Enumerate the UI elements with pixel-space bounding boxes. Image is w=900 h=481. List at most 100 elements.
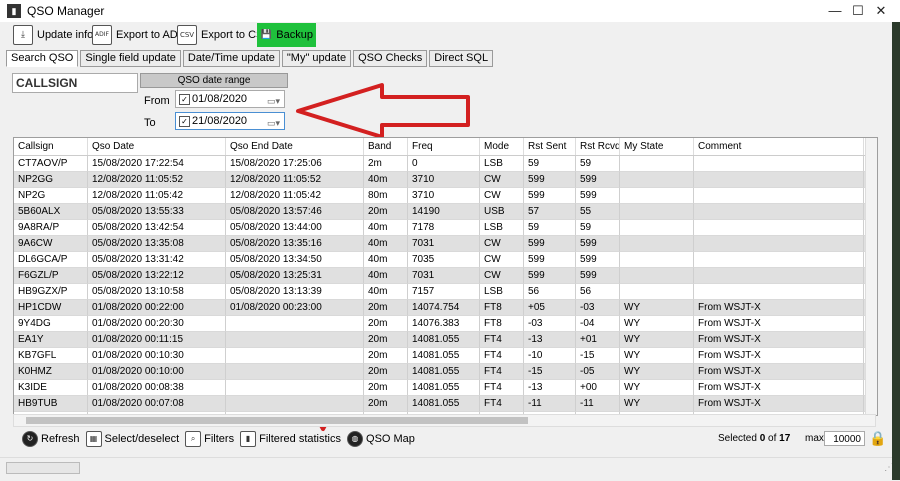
close-button[interactable]: ✕ [858,0,900,22]
table-cell: 59 [524,156,576,172]
table-cell: 599 [524,188,576,204]
table-cell: -03 [576,300,620,316]
to-date-field[interactable]: ✓ 21/08/2020 ▭▾ [175,112,285,130]
table-cell: 14081.055 [408,348,480,364]
table-cell: 40m [364,236,408,252]
table-cell: FT4 [480,364,524,380]
column-header[interactable]: Band [364,138,408,155]
calendar-dropdown-icon[interactable]: ▭▾ [267,93,280,109]
table-row[interactable]: HB9GZX/P 05/08/2020 13:10:58 05/08/2020 13… [14,284,877,300]
horizontal-scrollbar[interactable] [13,414,876,427]
table-cell: 20m [364,316,408,332]
tab-bar: Search QSO Single field update Date/Time… [6,50,494,67]
table-cell: 05/08/2020 13:55:33 [88,204,226,220]
table-row[interactable]: 5B60ALX 05/08/2020 13:55:33 05/08/2020 13:… [14,204,877,220]
to-date-checkbox[interactable]: ✓ [179,116,190,127]
table-body: CT7AOV/P 15/08/2020 17:22:54 15/08/2020 17… [14,156,877,415]
table-row[interactable]: HP1CDW 01/08/2020 00:22:00 01/08/2020 00:2… [14,300,877,316]
table-cell: From WSJT-X [694,396,864,412]
from-date-field[interactable]: ✓ 01/08/2020 ▭▾ [175,90,285,108]
column-header[interactable]: Rst Sent [524,138,576,155]
table-cell: 05/08/2020 13:13:39 [226,284,364,300]
table-row[interactable]: K3IDE 01/08/2020 00:08:38 20m 14081.055 FT4-… [14,380,877,396]
table-cell: FT4 [480,348,524,364]
filtered-statistics-button[interactable]: ▮ Filtered statistics [240,431,341,447]
callsign-input[interactable]: CALLSIGN [12,73,138,93]
table-row[interactable]: HB9TUB 01/08/2020 00:07:08 20m 14081.055 FT4… [14,396,877,412]
table-cell: 14081.055 [408,364,480,380]
column-header[interactable]: Freq [408,138,480,155]
table-row[interactable]: F6GZL/P 05/08/2020 13:22:12 05/08/2020 13:… [14,268,877,284]
table-cell: LSB [480,220,524,236]
backup-button[interactable]: 💾 Backup [257,23,316,47]
table-row[interactable]: NP2G 12/08/2020 11:05:42 12/08/2020 11:05:… [14,188,877,204]
table-row[interactable]: 9A6CW 05/08/2020 13:35:08 05/08/2020 13:35… [14,236,877,252]
column-header[interactable]: Qso End Date [226,138,364,155]
calendar-dropdown-icon[interactable]: ▭▾ [267,115,280,131]
table-cell: 59 [576,220,620,236]
table-cell: 05/08/2020 13:31:42 [88,252,226,268]
table-row[interactable]: 9A8RA/P 05/08/2020 13:42:54 05/08/2020 13:… [14,220,877,236]
table-row[interactable]: KB7GFL 01/08/2020 00:10:30 20m 14081.055 FT4… [14,348,877,364]
select-deselect-label: Select/deselect [104,433,180,445]
from-date-checkbox[interactable]: ✓ [179,94,190,105]
table-row[interactable]: DL6GCA/P 05/08/2020 13:31:42 05/08/2020 13… [14,252,877,268]
column-header[interactable]: Callsign [14,138,88,155]
column-header[interactable]: My State [620,138,694,155]
title-bar: ▮ QSO Manager — ☐ ✕ [0,0,900,23]
table-cell: -10 [524,348,576,364]
table-row[interactable]: CT7AOV/P 15/08/2020 17:22:54 15/08/2020 17… [14,156,877,172]
table-cell: 01/08/2020 00:07:08 [88,396,226,412]
table-cell: 40m [364,220,408,236]
adif-file-icon: ADIF [92,25,112,45]
table-cell: WY [620,364,694,380]
of-label: of [768,433,777,444]
table-cell: 01/08/2020 00:23:00 [226,300,364,316]
table-cell: 12/08/2020 11:05:42 [226,188,364,204]
table-row[interactable]: NP2GG 12/08/2020 11:05:52 12/08/2020 11:05… [14,172,877,188]
table-cell: WY [620,332,694,348]
table-cell: 599 [524,236,576,252]
table-cell [694,284,864,300]
tab-search-qso[interactable]: Search QSO [6,50,79,67]
tab-my-update[interactable]: "My" update [281,50,352,67]
table-cell: FT8 [480,316,524,332]
table-row[interactable]: 9Y4DG 01/08/2020 00:20:30 20m 14076.383 FT8-… [14,316,877,332]
table-cell: CW [480,172,524,188]
scrollbar-thumb[interactable] [26,417,528,424]
table-cell: 56 [524,284,576,300]
column-header[interactable]: Mode [480,138,524,155]
table-cell: USB [480,204,524,220]
table-cell: 59 [524,220,576,236]
qso-map-button[interactable]: ◍ QSO Map [347,431,415,447]
column-header[interactable]: Qso Date [88,138,226,155]
table-cell [694,172,864,188]
table-cell: 05/08/2020 13:22:12 [88,268,226,284]
tab-direct-sql[interactable]: Direct SQL [429,50,494,67]
refresh-button[interactable]: ↻ Refresh [22,431,80,447]
to-date-value: 21/08/2020 [192,115,248,127]
tab-date-time-update[interactable]: Date/Time update [182,50,280,67]
table-cell: 20m [364,364,408,380]
column-header[interactable]: Comment [694,138,864,155]
table-cell: WY [620,396,694,412]
lock-icon[interactable]: 🔒 [869,430,886,446]
table-cell: FT8 [480,300,524,316]
table-row[interactable]: EA1Y 01/08/2020 00:11:15 20m 14081.055 FT4 -1… [14,332,877,348]
table-cell: CW [480,236,524,252]
filters-button[interactable]: ⌕ Filters [185,431,234,447]
table-cell: 599 [524,252,576,268]
table-cell: 599 [576,268,620,284]
select-deselect-button[interactable]: ▦ Select/deselect [85,431,180,447]
tab-single-field-update[interactable]: Single field update [80,50,181,67]
update-info-button[interactable]: ⤓ Update info [10,23,96,47]
table-cell: -05 [576,364,620,380]
vertical-scrollbar[interactable] [865,138,877,415]
tab-qso-checks[interactable]: QSO Checks [353,50,428,67]
column-header[interactable]: Rst Rcvd [576,138,620,155]
table-cell: 5B60ALX [14,204,88,220]
max-rows-input[interactable]: 10000 [824,431,865,446]
table-cell: FT4 [480,380,524,396]
table-row[interactable]: K0HMZ 01/08/2020 00:10:00 20m 14081.055 FT4-… [14,364,877,380]
from-date-value: 01/08/2020 [192,93,248,105]
